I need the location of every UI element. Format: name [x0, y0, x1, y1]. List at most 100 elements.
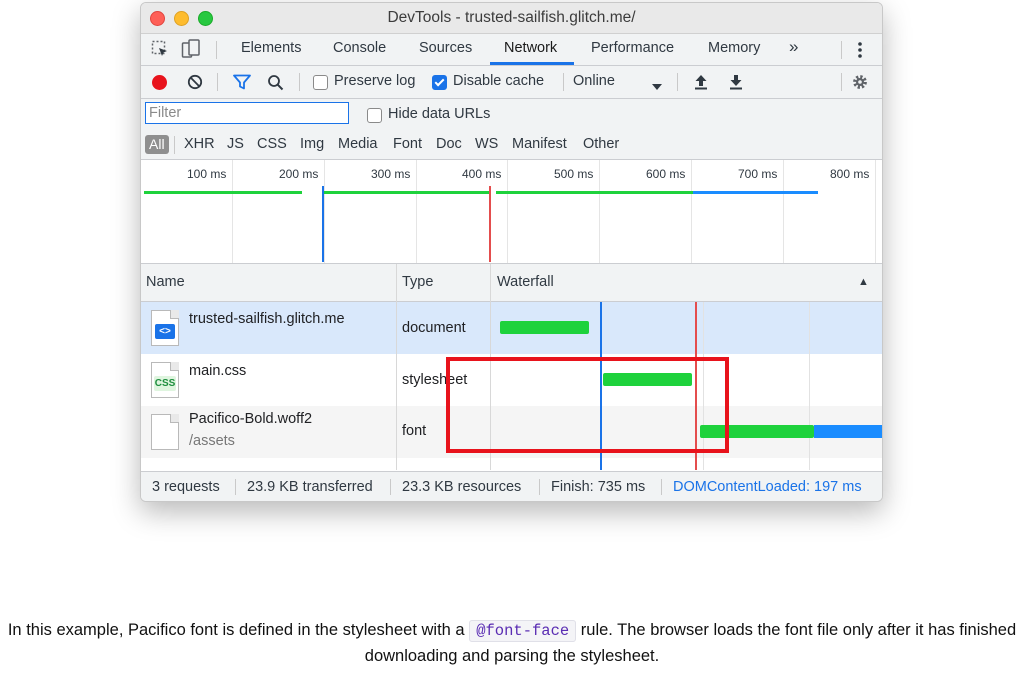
- hide-data-urls-checkbox[interactable]: [367, 108, 382, 123]
- status-divider: [661, 479, 662, 495]
- caption: In this example, Pacifico font is define…: [0, 618, 1024, 669]
- type-filter-css[interactable]: CSS: [257, 136, 287, 152]
- inspect-element-icon[interactable]: [151, 40, 169, 63]
- waterfall-column-header[interactable]: Waterfall: [497, 274, 554, 290]
- type-filter-js[interactable]: JS: [227, 136, 244, 152]
- finish-time: Finish: 735 ms: [551, 479, 646, 495]
- network-status-bar: 3 requests 23.9 KB transferred 23.3 KB r…: [141, 471, 882, 501]
- type-filter-divider: [174, 136, 175, 154]
- status-divider: [390, 479, 391, 495]
- name-column-header[interactable]: Name: [146, 274, 185, 290]
- overview-request-bar: [144, 191, 302, 194]
- caption-code: @font-face: [469, 620, 577, 642]
- tab-sources[interactable]: Sources: [419, 40, 472, 56]
- font-file-icon: [151, 414, 179, 450]
- import-har-icon[interactable]: [694, 74, 708, 95]
- title-bar: DevTools - trusted-sailfish.glitch.me/: [141, 3, 882, 34]
- overview-tick-label: 400 ms: [462, 167, 502, 181]
- preserve-log-checkbox[interactable]: [313, 75, 328, 90]
- record-icon[interactable]: [151, 74, 168, 96]
- type-filter-ws[interactable]: WS: [475, 136, 498, 152]
- request-name: main.css: [189, 363, 247, 379]
- waterfall-bar-document[interactable]: [500, 321, 589, 334]
- type-filter-font[interactable]: Font: [393, 136, 422, 152]
- dom-content-loaded-marker: [322, 186, 324, 262]
- type-column-header[interactable]: Type: [402, 274, 433, 290]
- disable-cache-label[interactable]: Disable cache: [453, 73, 544, 89]
- overview-grid-line: [232, 160, 233, 263]
- load-event-marker: [489, 186, 491, 262]
- overview-tick-label: 800 ms: [830, 167, 870, 181]
- transferred-size: 23.9 KB transferred: [247, 479, 373, 495]
- tab-console[interactable]: Console: [333, 40, 386, 56]
- overview-tick-label: 500 ms: [554, 167, 594, 181]
- file-icon-badge: CSS: [154, 376, 176, 391]
- filter-bar: Hide data URLs: [141, 99, 882, 131]
- network-overview-timeline[interactable]: 100 ms 200 ms 300 ms 400 ms 500 ms 600 m…: [141, 160, 882, 264]
- request-count: 3 requests: [152, 479, 220, 495]
- overview-tick-label: 600 ms: [646, 167, 686, 181]
- type-filter-other[interactable]: Other: [583, 136, 619, 152]
- resource-type-filter-bar: All XHR JS CSS Img Media Font Doc WS Man…: [141, 131, 882, 160]
- css-file-icon: CSS: [151, 362, 179, 398]
- request-type: font: [402, 423, 427, 439]
- overview-grid-line: [783, 160, 784, 263]
- toolbar-divider: [677, 73, 678, 91]
- kebab-menu-icon[interactable]: [857, 41, 863, 64]
- request-path: /assets: [189, 433, 235, 449]
- toolbar-divider: [841, 73, 842, 91]
- highlight-box: [446, 357, 729, 453]
- dom-content-loaded-time: DOMContentLoaded: 197 ms: [673, 479, 862, 495]
- overview-tick-label: 700 ms: [738, 167, 778, 181]
- status-divider: [235, 479, 236, 495]
- type-filter-img[interactable]: Img: [300, 136, 324, 152]
- overview-request-bar: [693, 191, 818, 194]
- overview-grid-line: [691, 160, 692, 263]
- sort-ascending-icon[interactable]: ▲: [858, 276, 869, 288]
- disable-cache-checkbox[interactable]: [432, 75, 447, 90]
- filter-input[interactable]: [145, 102, 349, 124]
- more-tabs-icon[interactable]: »: [789, 37, 798, 57]
- type-filter-media[interactable]: Media: [338, 136, 378, 152]
- overview-grid-line: [875, 160, 876, 263]
- toolbar-divider: [299, 73, 300, 91]
- waterfall-bar-font-waiting[interactable]: [814, 425, 882, 438]
- filter-icon[interactable]: [233, 74, 251, 95]
- overview-grid-line: [324, 160, 325, 263]
- device-toolbar-icon[interactable]: [181, 39, 201, 64]
- settings-gear-icon[interactable]: [851, 73, 869, 96]
- type-filter-all[interactable]: All: [145, 135, 169, 154]
- throttling-select[interactable]: Online: [573, 73, 615, 89]
- resources-size: 23.3 KB resources: [402, 479, 522, 495]
- overview-tick-label: 300 ms: [371, 167, 411, 181]
- panel-tab-bar: Elements Console Sources Network Perform…: [141, 34, 882, 66]
- export-har-icon[interactable]: [729, 74, 743, 95]
- toolbar-divider: [563, 73, 564, 91]
- tab-network[interactable]: Network: [504, 40, 557, 56]
- type-filter-xhr[interactable]: XHR: [184, 136, 215, 152]
- column-divider[interactable]: [396, 264, 397, 470]
- overview-request-bar: [496, 191, 693, 194]
- clear-icon[interactable]: [187, 74, 203, 95]
- active-tab-indicator: [490, 62, 574, 65]
- dropdown-arrow-icon[interactable]: [652, 78, 662, 96]
- search-icon[interactable]: [267, 74, 284, 96]
- request-type: document: [402, 320, 466, 336]
- tab-elements[interactable]: Elements: [241, 40, 301, 56]
- tab-divider: [216, 41, 217, 59]
- overview-tick-label: 100 ms: [187, 167, 227, 181]
- file-icon-badge: <>: [155, 324, 175, 339]
- window-title: DevTools - trusted-sailfish.glitch.me/: [387, 9, 636, 26]
- hide-data-urls-label[interactable]: Hide data URLs: [388, 106, 490, 122]
- type-filter-manifest[interactable]: Manifest: [512, 136, 567, 152]
- status-divider: [539, 479, 540, 495]
- request-name: Pacifico-Bold.woff2: [189, 411, 313, 427]
- html-file-icon: <>: [151, 310, 179, 346]
- type-filter-doc[interactable]: Doc: [436, 136, 462, 152]
- request-name: trusted-sailfish.glitch.me: [189, 311, 345, 327]
- tab-performance[interactable]: Performance: [591, 40, 674, 56]
- tab-memory[interactable]: Memory: [708, 40, 760, 56]
- waterfall-grid-line: [809, 302, 810, 470]
- preserve-log-label[interactable]: Preserve log: [334, 73, 415, 89]
- requests-table-header: Name Type Waterfall ▲: [141, 264, 882, 302]
